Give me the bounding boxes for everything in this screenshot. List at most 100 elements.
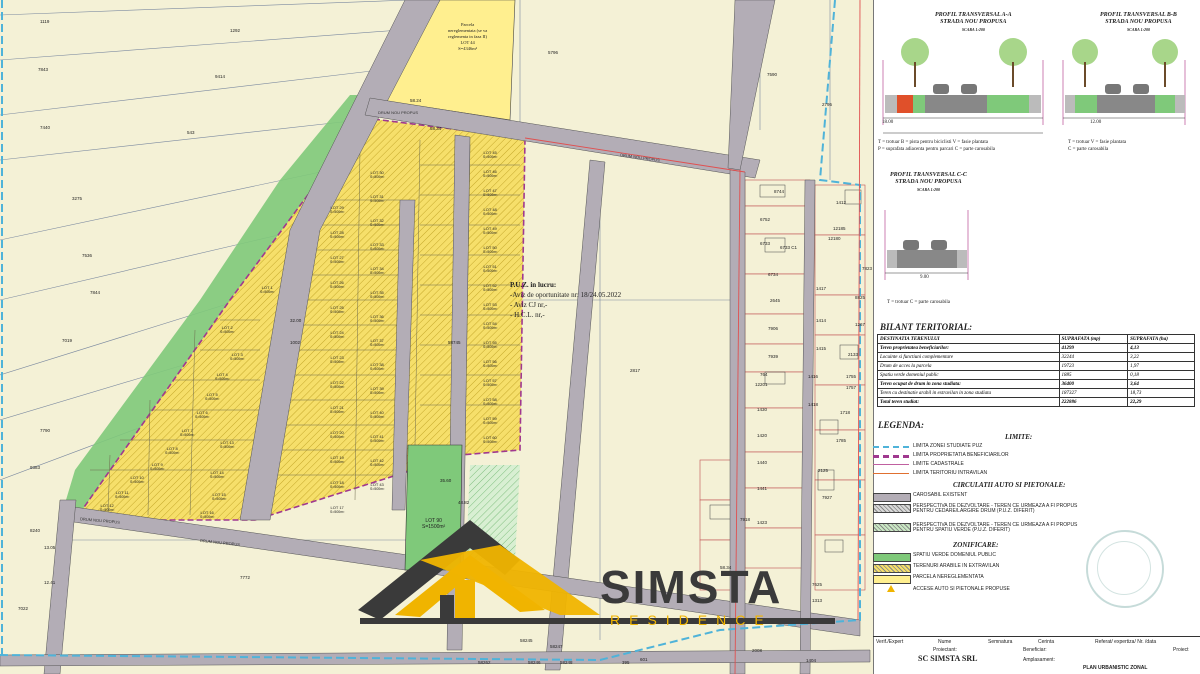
lot-label: LOT 47 S=500m²	[483, 188, 498, 197]
lot-label: LOT 9 S=500m²	[150, 462, 165, 471]
bilant-row: Total teren studiat: 222886 22,29	[877, 397, 1195, 407]
lot-label: LOT 38 S=500m²	[370, 362, 385, 371]
bilant-cell: 41299	[1058, 343, 1129, 353]
tb-project-label: Proiect	[1173, 647, 1189, 653]
bilant-cell: 36400	[1058, 379, 1129, 389]
lot-big-label: LOT 90 S=1500m²	[422, 518, 446, 530]
parcel-number: 9383	[30, 465, 41, 470]
legend-label: LIMITE CADASTRALE	[913, 461, 964, 467]
parcel-number: 7536	[82, 253, 93, 258]
bilant-cell: 4,13	[1127, 343, 1195, 353]
lot-label: LOT 43 S=500m²	[370, 482, 385, 491]
legend-label: LIMITA ZONEI STUDIATE PUZ	[913, 443, 983, 449]
profile-a-a-title: PROFIL TRANSVERSAL A-A STRADA NOU PROPUS…	[935, 12, 1012, 32]
bilant-cell: 0,18	[1127, 370, 1195, 380]
dimension-label: 58.34	[430, 126, 442, 131]
lot-label: LOT 35 S=500m²	[370, 290, 385, 299]
parcel-number: 1267	[855, 322, 866, 327]
parcel-number: 543	[187, 130, 195, 135]
parcel-number: 58246	[528, 660, 541, 665]
legend-limite-title: LIMITE:	[1005, 433, 1033, 441]
lot-label: LOT 32 S=500m²	[370, 218, 385, 227]
bilant-row: Teren cu destinatie arabil in extravilan…	[877, 388, 1195, 398]
parcel-number: 7790	[40, 428, 51, 433]
lot-label: LOT 23 S=500m²	[330, 355, 345, 364]
parcel-number: 2817	[630, 368, 641, 373]
profile-a-a-legend-1: T = trotuar B = pista pentru biciclisti …	[878, 140, 988, 145]
lot-label: LOT 17 S=500m²	[330, 505, 345, 514]
bilant-header: DESTINATIA TERENULUI	[877, 334, 1060, 344]
parcel-number: 2645	[770, 298, 781, 303]
parcel-number: 7927	[822, 495, 833, 500]
dimension-label: 58745	[448, 340, 461, 345]
dimension-label: 35.60	[440, 478, 452, 483]
lot-label: LOT 48 S=500m²	[483, 207, 498, 216]
parcel-number: 8825	[855, 295, 866, 300]
bilant-cell: 1885	[1058, 370, 1129, 380]
tb-col: Nume	[938, 639, 952, 645]
lot-label: LOT 39 S=500m²	[370, 386, 385, 395]
parcel-number: 7440	[40, 125, 51, 130]
parcel-number: 7844	[90, 290, 101, 295]
lot-label: LOT 12 S=500m²	[100, 503, 115, 512]
legend-label: LIMITA PROPRIETATIA BENEFICIARILOR	[913, 452, 1009, 458]
lot-label: LOT 58 S=500m²	[483, 397, 498, 406]
lot-label: LOT 29 S=500m²	[330, 205, 345, 214]
parcel-number: 12185	[833, 226, 846, 231]
profile-a-a-dims: 18.00	[882, 120, 894, 125]
parcel-number: 58245	[520, 638, 533, 643]
profile-b-b	[1062, 39, 1186, 125]
parcel-number: 1718	[840, 410, 851, 415]
bilant-row: Drum de acces la parcela 19723 1,97	[877, 361, 1195, 371]
parcel-number: 58248	[560, 660, 573, 665]
parcel-number: 7906	[768, 326, 779, 331]
map-sheet: Parcela nereglementata (se va reglementa…	[0, 0, 1200, 674]
lot-label: LOT 54 S=500m²	[483, 321, 498, 330]
legend-heading: ZONIFICARE:	[953, 541, 999, 549]
parcel-number: 8744	[774, 189, 785, 194]
parcel-number: 2125	[818, 468, 829, 473]
bilant-cell: 1,97	[1127, 361, 1195, 371]
profile-a-a-legend-2: P = suprafata adiacenta pentru parcari C…	[878, 147, 995, 152]
dimension-label: 1002	[290, 340, 301, 345]
profile-c-c-legend: T = trotuar C = parte carosabila	[887, 300, 951, 305]
legend-label: LIMITA TERITORIU INTRAVILAN	[913, 470, 988, 476]
official-stamp	[1086, 530, 1164, 608]
lot-label: LOT 53 S=500m²	[483, 302, 498, 311]
parcel-number: 7590	[767, 72, 778, 77]
parcel-number: 1292	[230, 28, 241, 33]
parcel-number: 5796	[548, 50, 559, 55]
dimension-label: 48.82	[458, 500, 470, 505]
legend-label: CAROSABIL EXISTENT	[913, 492, 968, 498]
tb-plan: PLAN URBANISTIC ZONAL	[1083, 665, 1148, 671]
dimension-label: 13.05	[44, 545, 56, 550]
bilant-header: SUPRAFATA (ha)	[1127, 334, 1195, 344]
brand-watermark: SIMSTA RESIDENCE	[600, 560, 845, 630]
parcel-number: 1414	[816, 318, 827, 323]
lot-label: LOT 11 S=500m²	[115, 490, 130, 499]
lot-label: LOT 20 S=500m²	[330, 430, 345, 439]
dimension-label: 12.41	[44, 580, 56, 585]
parcel-number: 1420	[757, 433, 768, 438]
lot-label: LOT 7 S=500m²	[180, 428, 195, 437]
parcel-number: 601	[640, 657, 648, 662]
bilant-cell: Spatiu verde domeniul public	[877, 370, 1060, 380]
lot-label: LOT 50 S=500m²	[483, 245, 498, 254]
lot-label: LOT 56 S=500m²	[483, 359, 498, 368]
parcel-number: 1416	[808, 374, 819, 379]
lot-label: LOT 4 S=500m²	[215, 372, 230, 381]
profile-c-c	[884, 210, 969, 280]
lot-label: LOT 6 S=500m²	[195, 410, 210, 419]
lot-label: LOT 13 S=500m²	[220, 440, 235, 449]
lot-label: LOT 5 S=500m²	[205, 392, 220, 401]
profile-b-b-dims: 12.00	[1090, 120, 1102, 125]
legend-label: TERENURI ARABILE IN EXTRAVILAN	[913, 563, 1000, 569]
parcel-number: 1415	[816, 346, 827, 351]
parcel-number: 58262	[478, 660, 491, 665]
unregulated-parcel-note: Parcela nereglementata (se va reglementa…	[448, 22, 488, 51]
arrow-icon	[887, 585, 895, 592]
bilant-row: Spatiu verde domeniul public 1885 0,18	[877, 370, 1195, 380]
parcel-number: 58247	[550, 644, 563, 649]
lot-label: LOT 16 S=500m²	[200, 510, 215, 519]
lot-label: LOT 33 S=500m²	[370, 242, 385, 251]
